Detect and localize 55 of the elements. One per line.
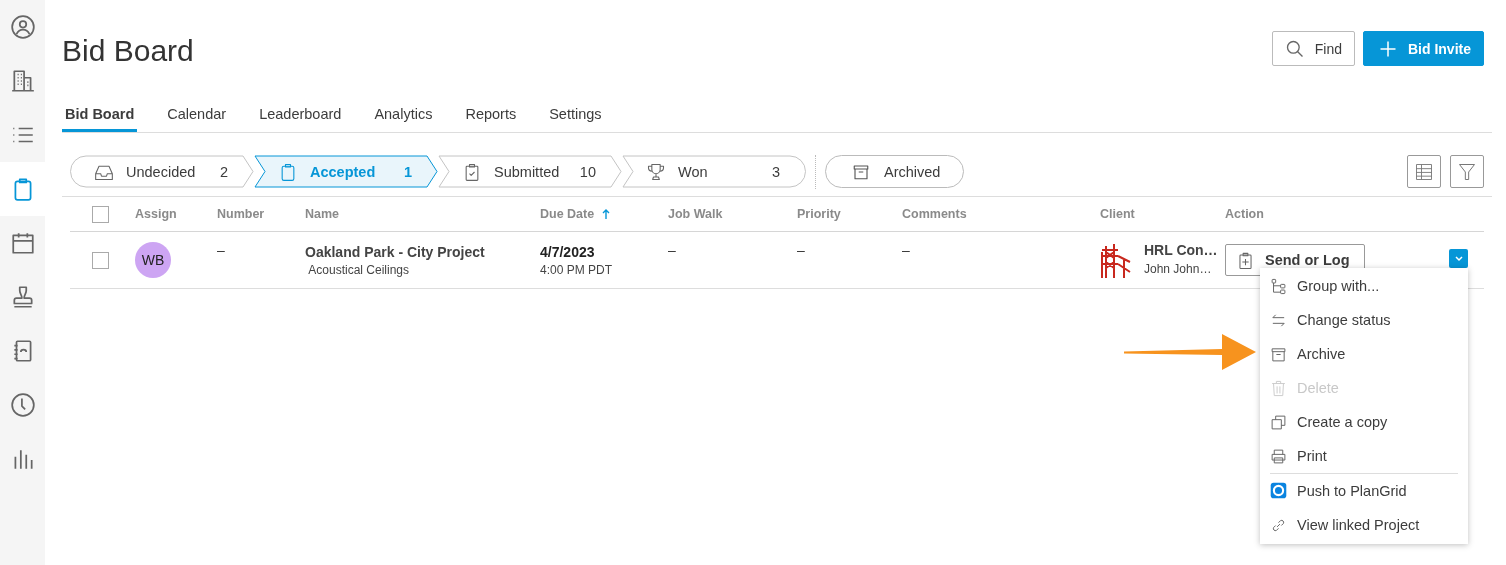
client-logo (1098, 242, 1132, 278)
trophy-icon (646, 161, 666, 182)
nav-tab[interactable]: Reports (462, 93, 520, 132)
trash-icon (1270, 379, 1287, 397)
trade-name: Acoustical Ceilings (307, 263, 411, 277)
select-all-checkbox[interactable] (92, 205, 109, 223)
copy-icon (1270, 413, 1287, 431)
table-icon (1414, 161, 1434, 182)
filter-icon (1457, 161, 1477, 182)
bid-name: Oakland Park - City Project (305, 244, 486, 260)
find-button[interactable]: Find (1271, 31, 1355, 66)
assignee-avatar: WB (135, 242, 171, 278)
column-header[interactable]: Action (1225, 207, 1264, 221)
archived-button[interactable]: Archived (825, 155, 965, 188)
clock-icon (9, 392, 36, 418)
calendar-icon (9, 230, 36, 256)
menu-item[interactable]: Archive (1260, 337, 1468, 371)
clipboard-plus-icon (1236, 250, 1255, 270)
filter-button[interactable] (1450, 155, 1484, 188)
dropdown-button[interactable] (1449, 248, 1468, 268)
menu-item[interactable]: Print (1260, 439, 1468, 473)
nav-tab[interactable]: Bid Board (62, 93, 138, 132)
nav-tab[interactable]: Calendar (164, 93, 230, 132)
client-contact: John John… (1144, 262, 1213, 276)
menu-item[interactable]: View linked Project (1260, 508, 1468, 542)
table-cell-text: – (668, 241, 677, 258)
archive-box-icon (852, 162, 870, 181)
hierarchy-icon (1270, 277, 1287, 295)
status-stage[interactable]: Undecided 2 (70, 155, 254, 188)
status-stage[interactable]: Submitted 10 (438, 155, 622, 188)
archive-box-icon (1270, 345, 1287, 363)
sidebar-item[interactable] (0, 162, 45, 216)
menu-item[interactable]: Create a copy (1260, 405, 1468, 439)
status-stage[interactable]: Won 3 (622, 155, 806, 188)
building-icon (9, 68, 36, 94)
printer-icon (1270, 447, 1287, 465)
table-cell-text: – (217, 241, 226, 258)
sort-arrow-icon (602, 208, 611, 220)
app-icon (1270, 482, 1287, 499)
column-header[interactable]: Priority (797, 207, 841, 221)
menu-item[interactable]: Change status (1260, 303, 1468, 337)
chevron-down-icon (1453, 253, 1464, 263)
due-time: 4:00 PM PDT (540, 263, 614, 277)
due-date: 4/7/2023 (540, 244, 596, 260)
client-name: HRL Con… (1144, 242, 1218, 258)
search-icon (1284, 38, 1305, 59)
page-title: Bid Board (62, 34, 194, 68)
row-checkbox[interactable] (92, 251, 109, 269)
table-cell-text: – (902, 241, 911, 258)
table-cell-text: – (797, 241, 806, 258)
nav-tab[interactable]: Settings (546, 93, 605, 132)
table-view-button[interactable] (1407, 155, 1441, 188)
nav-tab[interactable]: Leaderboard (256, 93, 345, 132)
person-icon (9, 14, 36, 40)
nav-tab[interactable]: Analytics (371, 93, 436, 132)
